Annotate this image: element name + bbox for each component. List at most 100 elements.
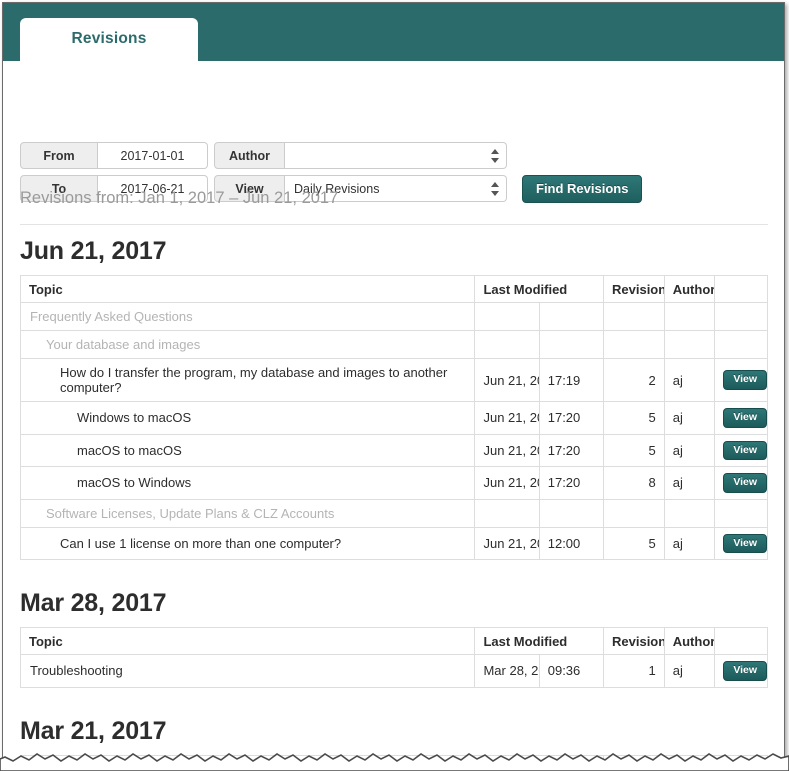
table-row: Can I use 1 license on more than one com… [19, 526, 768, 560]
cell-action: View [714, 526, 768, 560]
column-header-action [714, 275, 768, 303]
tab-revisions[interactable]: Revisions [20, 18, 198, 61]
cell-topic: Software Licenses, Update Plans & CLZ Ac… [19, 498, 476, 528]
cell-topic[interactable]: Troubleshooting [19, 654, 476, 688]
cell-time: 17:19 [538, 358, 605, 402]
cell-author: aj [663, 358, 716, 402]
cell-topic: Your database and images [19, 330, 476, 359]
column-header-revision: Revision [603, 754, 665, 766]
cell-time [538, 498, 605, 528]
cell-revision [603, 302, 665, 331]
cell-topic: Frequently Asked Questions [19, 302, 476, 331]
cell-time: 12:00 [538, 526, 605, 560]
revisions-table: Topic Last Modified Revision Author Troubles… [19, 627, 768, 688]
column-header-author: Author [663, 754, 716, 766]
cell-date [474, 330, 540, 359]
cell-action [714, 330, 768, 359]
cell-date: Jun 21, 2017 [474, 466, 540, 500]
cell-revision [603, 330, 665, 359]
cell-time: 09:36 [538, 654, 605, 688]
view-button[interactable]: View [723, 661, 767, 681]
day-heading: Mar 28, 2017 [20, 589, 167, 617]
cell-date: Jun 21, 2017 [474, 358, 540, 402]
view-button[interactable]: View [723, 473, 767, 493]
day-heading: Jun 21, 2017 [20, 237, 167, 265]
cell-author: aj [663, 466, 716, 500]
revisions-table: TopicLast ModifiedRevisionAuthor [19, 754, 768, 766]
cell-revision: 5 [603, 433, 665, 467]
table-row: macOS to WindowsJun 21, 201717:208aj View [19, 466, 768, 500]
cell-time [538, 302, 605, 331]
column-header-last-modified: Last Modified [474, 754, 604, 766]
column-header-revision: Revision [603, 627, 665, 655]
cell-revision: 2 [603, 358, 665, 402]
cell-topic[interactable]: Windows to macOS [19, 401, 476, 435]
cell-time: 17:20 [538, 466, 605, 500]
revisions-table: Topic Last Modified Revision Author Frequent… [19, 275, 768, 560]
author-select[interactable] [285, 142, 507, 169]
view-button[interactable]: View [723, 408, 767, 428]
cell-topic[interactable]: macOS to macOS [19, 433, 476, 467]
day-heading: Mar 21, 2017 [20, 716, 167, 745]
cell-topic[interactable]: Can I use 1 license on more than one com… [19, 526, 476, 560]
cell-topic[interactable]: How do I transfer the program, my databa… [19, 358, 476, 402]
cell-date: Mar 28, 2017 [474, 654, 540, 688]
column-header-topic: Topic [19, 627, 476, 655]
cell-date: Jun 21, 2017 [474, 401, 540, 435]
column-header-author: Author [663, 627, 716, 655]
cell-action: View [714, 401, 768, 435]
cell-time [538, 330, 605, 359]
revisions-window: Revisions From 2017-01-01 To 2017-06-21 … [2, 2, 785, 766]
cell-time: 17:20 [538, 433, 605, 467]
cell-revision [603, 498, 665, 528]
cell-date: Jun 21, 2017 [474, 433, 540, 467]
cell-author: aj [663, 433, 716, 467]
author-group: Author [214, 142, 507, 169]
column-header-action [714, 754, 768, 766]
cell-action [714, 302, 768, 331]
column-header-last-modified: Last Modified [474, 627, 604, 655]
table-row: TroubleshootingMar 28, 201709:361aj View [19, 654, 768, 688]
cell-author: aj [663, 654, 716, 688]
column-header-author: Author [663, 275, 716, 303]
table-header-row: TopicLast ModifiedRevisionAuthor [19, 275, 768, 303]
chevron-updown-icon [490, 148, 499, 163]
view-button[interactable]: View [723, 370, 767, 390]
revisions-content: Revisions from: Jan 1, 2017 – Jun 21, 20… [3, 189, 784, 766]
from-date-group: From 2017-01-01 [20, 142, 208, 169]
cell-action [714, 498, 768, 528]
cell-date [474, 302, 540, 331]
from-date-input[interactable]: 2017-01-01 [98, 142, 208, 169]
column-header-topic: Topic [19, 275, 476, 303]
column-header-revision: Revision [603, 275, 665, 303]
cell-action: View [714, 433, 768, 467]
table-row: macOS to macOSJun 21, 201717:205aj View [19, 433, 768, 467]
cell-author: aj [663, 401, 716, 435]
cell-revision: 1 [603, 654, 665, 688]
author-label: Author [214, 142, 285, 169]
cell-action: View [714, 358, 768, 402]
cell-revision: 8 [603, 466, 665, 500]
view-button[interactable]: View [723, 533, 767, 553]
table-row: Frequently Asked Questions [19, 302, 768, 331]
cell-author [663, 302, 716, 331]
filter-bar: From 2017-01-01 To 2017-06-21 Author Vie… [3, 61, 784, 225]
sections-container: Jun 21, 2017 Topic Last Modified Revision Au… [19, 237, 768, 766]
cell-topic[interactable]: macOS to Windows [19, 466, 476, 500]
cell-author [663, 330, 716, 359]
range-line: Revisions from: Jan 1, 2017 – Jun 21, 20… [20, 189, 339, 207]
cell-revision: 5 [603, 526, 665, 560]
column-header-topic: Topic [19, 754, 476, 766]
cell-author: aj [663, 526, 716, 560]
view-button[interactable]: View [723, 440, 767, 460]
table-row: Software Licenses, Update Plans & CLZ Ac… [19, 498, 768, 528]
cell-time: 17:20 [538, 401, 605, 435]
table-row: Your database and images [19, 330, 768, 359]
table-row: How do I transfer the program, my databa… [19, 358, 768, 402]
table-header-row: TopicLast ModifiedRevisionAuthor [19, 754, 768, 766]
cell-action: View [714, 466, 768, 500]
table-row: Windows to macOSJun 21, 201717:205aj View [19, 401, 768, 435]
tab-bar: Revisions [3, 3, 784, 61]
cell-author [663, 498, 716, 528]
cell-date: Jun 21, 2017 [474, 526, 540, 560]
